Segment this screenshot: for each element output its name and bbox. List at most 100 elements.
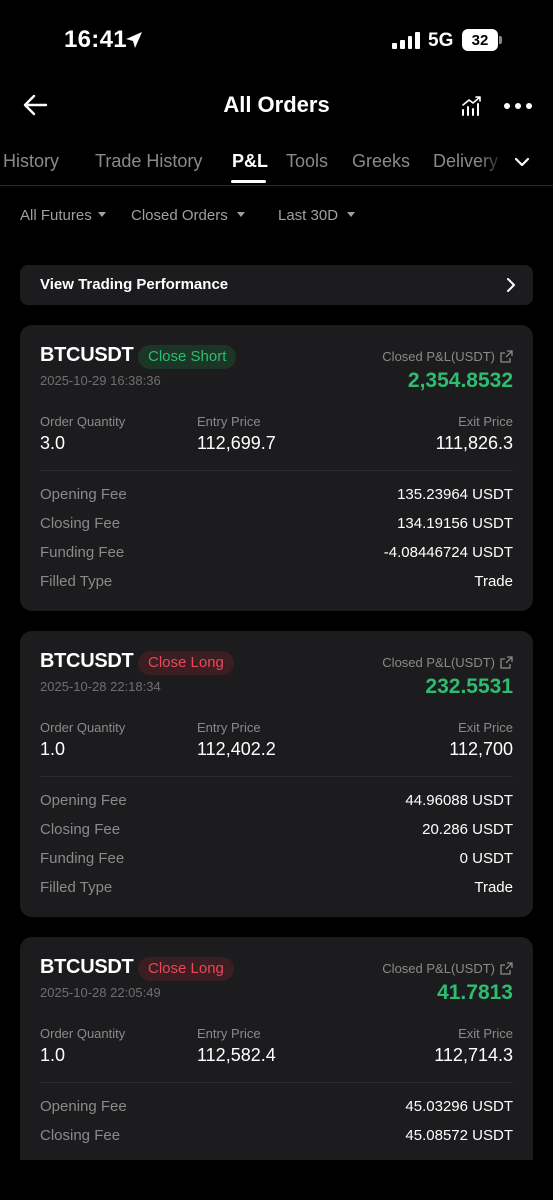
closing-fee-label: Closing Fee [40, 515, 121, 532]
chart-icon[interactable] [460, 94, 484, 118]
tab-pnl[interactable]: P&L [232, 151, 268, 172]
external-link-icon [500, 350, 513, 363]
filter-period[interactable]: Last 30D [278, 207, 356, 224]
order-quantity-value: 1.0 [40, 739, 66, 759]
opening-fee-label: Opening Fee [40, 1098, 127, 1115]
order-side-badge: Close Short [138, 345, 237, 369]
performance-label: View Trading Performance [40, 276, 229, 293]
caret-down-icon [97, 211, 106, 217]
exit-price-value: 112,714.3 [434, 1045, 513, 1065]
filter-futures[interactable]: All Futures [20, 207, 106, 224]
entry-price-value: 112,582.4 [197, 1045, 276, 1065]
order-quantity-value: 1.0 [40, 1045, 66, 1065]
order-timestamp: 2025-10-29 16:38:36 [40, 373, 161, 388]
divider [40, 776, 513, 777]
order-quantity-label: Order Quantity [40, 414, 126, 429]
order-timestamp: 2025-10-28 22:18:34 [40, 679, 161, 694]
pnl-label-text: Closed P&L(USDT) [382, 349, 495, 364]
exit-price-value: 111,826.3 [435, 433, 513, 453]
closing-fee-row: Closing Fee 45.08572 USDT [40, 1127, 513, 1149]
filled-type-row: Filled Type Trade [40, 879, 513, 901]
filled-type-row: Filled Type Trade [40, 573, 513, 595]
opening-fee-label: Opening Fee [40, 792, 127, 809]
pnl-label[interactable]: Closed P&L(USDT) [382, 655, 513, 670]
network-type: 5G [428, 30, 454, 51]
caret-down-icon [347, 211, 356, 217]
order-card[interactable]: BTCUSDT Close Short 2025-10-29 16:38:36 … [20, 325, 533, 611]
opening-fee-row: Opening Fee 135.23964 USDT [40, 486, 513, 508]
order-quantity-label: Order Quantity [40, 1026, 126, 1041]
exit-price-label: Exit Price [458, 414, 513, 429]
exit-price-label: Exit Price [458, 720, 513, 735]
entry-price-label: Entry Price [197, 414, 261, 429]
entry-price-label: Entry Price [197, 720, 261, 735]
order-side-badge: Close Long [138, 957, 234, 981]
cellular-signal-icon [392, 31, 420, 49]
divider [40, 1082, 513, 1083]
caret-down-icon [236, 211, 245, 217]
status-time: 16:41 [64, 26, 127, 53]
filled-type-value: Trade [474, 573, 513, 590]
funding-fee-value: -4.08446724 USDT [383, 544, 513, 561]
pnl-value: 232.5531 [425, 675, 513, 698]
external-link-icon [500, 656, 513, 669]
order-symbol: BTCUSDT [40, 650, 134, 672]
pnl-value: 2,354.8532 [407, 369, 513, 392]
pnl-label-text: Closed P&L(USDT) [382, 655, 495, 670]
battery-icon: 32 [462, 29, 498, 51]
entry-price-value: 112,699.7 [197, 433, 276, 453]
view-trading-performance-button[interactable]: View Trading Performance [20, 265, 533, 305]
active-tab-indicator [231, 180, 266, 183]
order-symbol: BTCUSDT [40, 344, 134, 366]
filled-type-value: Trade [474, 879, 513, 896]
pnl-label[interactable]: Closed P&L(USDT) [382, 349, 513, 364]
funding-fee-value: 0 USDT [459, 850, 513, 867]
order-card[interactable]: BTCUSDT Close Long 2025-10-28 22:18:34 C… [20, 631, 533, 917]
header: All Orders [0, 80, 553, 132]
tab-trade-history[interactable]: Trade History [95, 151, 202, 172]
pnl-label-text: Closed P&L(USDT) [382, 961, 495, 976]
funding-fee-label: Funding Fee [40, 544, 125, 561]
location-arrow-icon [126, 32, 142, 48]
order-card[interactable]: BTCUSDT Close Long 2025-10-28 22:05:49 C… [20, 937, 533, 1160]
opening-fee-value: 135.23964 USDT [397, 486, 513, 503]
chevron-down-icon[interactable] [512, 152, 532, 172]
entry-price-label: Entry Price [197, 1026, 261, 1041]
tab-greeks[interactable]: Greeks [352, 151, 410, 172]
opening-fee-value: 45.03296 USDT [405, 1098, 513, 1115]
order-quantity-label: Order Quantity [40, 720, 126, 735]
order-side-badge: Close Long [138, 651, 234, 675]
funding-fee-label: Funding Fee [40, 850, 125, 867]
tab-bar: r History Trade History P&L Tools Greeks… [0, 140, 553, 186]
filter-period-label: Last 30D [278, 207, 339, 224]
filter-orders[interactable]: Closed Orders [131, 207, 245, 224]
pnl-label[interactable]: Closed P&L(USDT) [382, 961, 513, 976]
closing-fee-label: Closing Fee [40, 821, 121, 838]
closing-fee-value: 20.286 USDT [422, 821, 513, 838]
tab-order-history[interactable]: r History [0, 151, 59, 172]
divider [40, 470, 513, 471]
opening-fee-label: Opening Fee [40, 486, 127, 503]
filter-orders-label: Closed Orders [131, 207, 228, 224]
order-symbol: BTCUSDT [40, 956, 134, 978]
opening-fee-row: Opening Fee 45.03296 USDT [40, 1098, 513, 1120]
tab-tools[interactable]: Tools [286, 151, 328, 172]
filter-futures-label: All Futures [20, 207, 92, 224]
opening-fee-row: Opening Fee 44.96088 USDT [40, 792, 513, 814]
closing-fee-row: Closing Fee 20.286 USDT [40, 821, 513, 843]
entry-price-value: 112,402.2 [197, 739, 276, 759]
filled-type-label: Filled Type [40, 573, 113, 590]
funding-fee-row: Funding Fee -4.08446724 USDT [40, 544, 513, 566]
closing-fee-label: Closing Fee [40, 1127, 121, 1144]
exit-price-value: 112,700 [449, 739, 513, 759]
more-options-icon[interactable] [504, 96, 532, 116]
status-bar: 16:41 5G 32 [0, 0, 553, 80]
funding-fee-row: Funding Fee 0 USDT [40, 850, 513, 872]
closing-fee-value: 45.08572 USDT [405, 1127, 513, 1144]
battery-cap [499, 36, 502, 44]
external-link-icon [500, 962, 513, 975]
filter-bar: All Futures Closed Orders Last 30D [0, 200, 553, 232]
closing-fee-value: 134.19156 USDT [397, 515, 513, 532]
pnl-value: 41.7813 [437, 981, 513, 1004]
closing-fee-row: Closing Fee 134.19156 USDT [40, 515, 513, 537]
